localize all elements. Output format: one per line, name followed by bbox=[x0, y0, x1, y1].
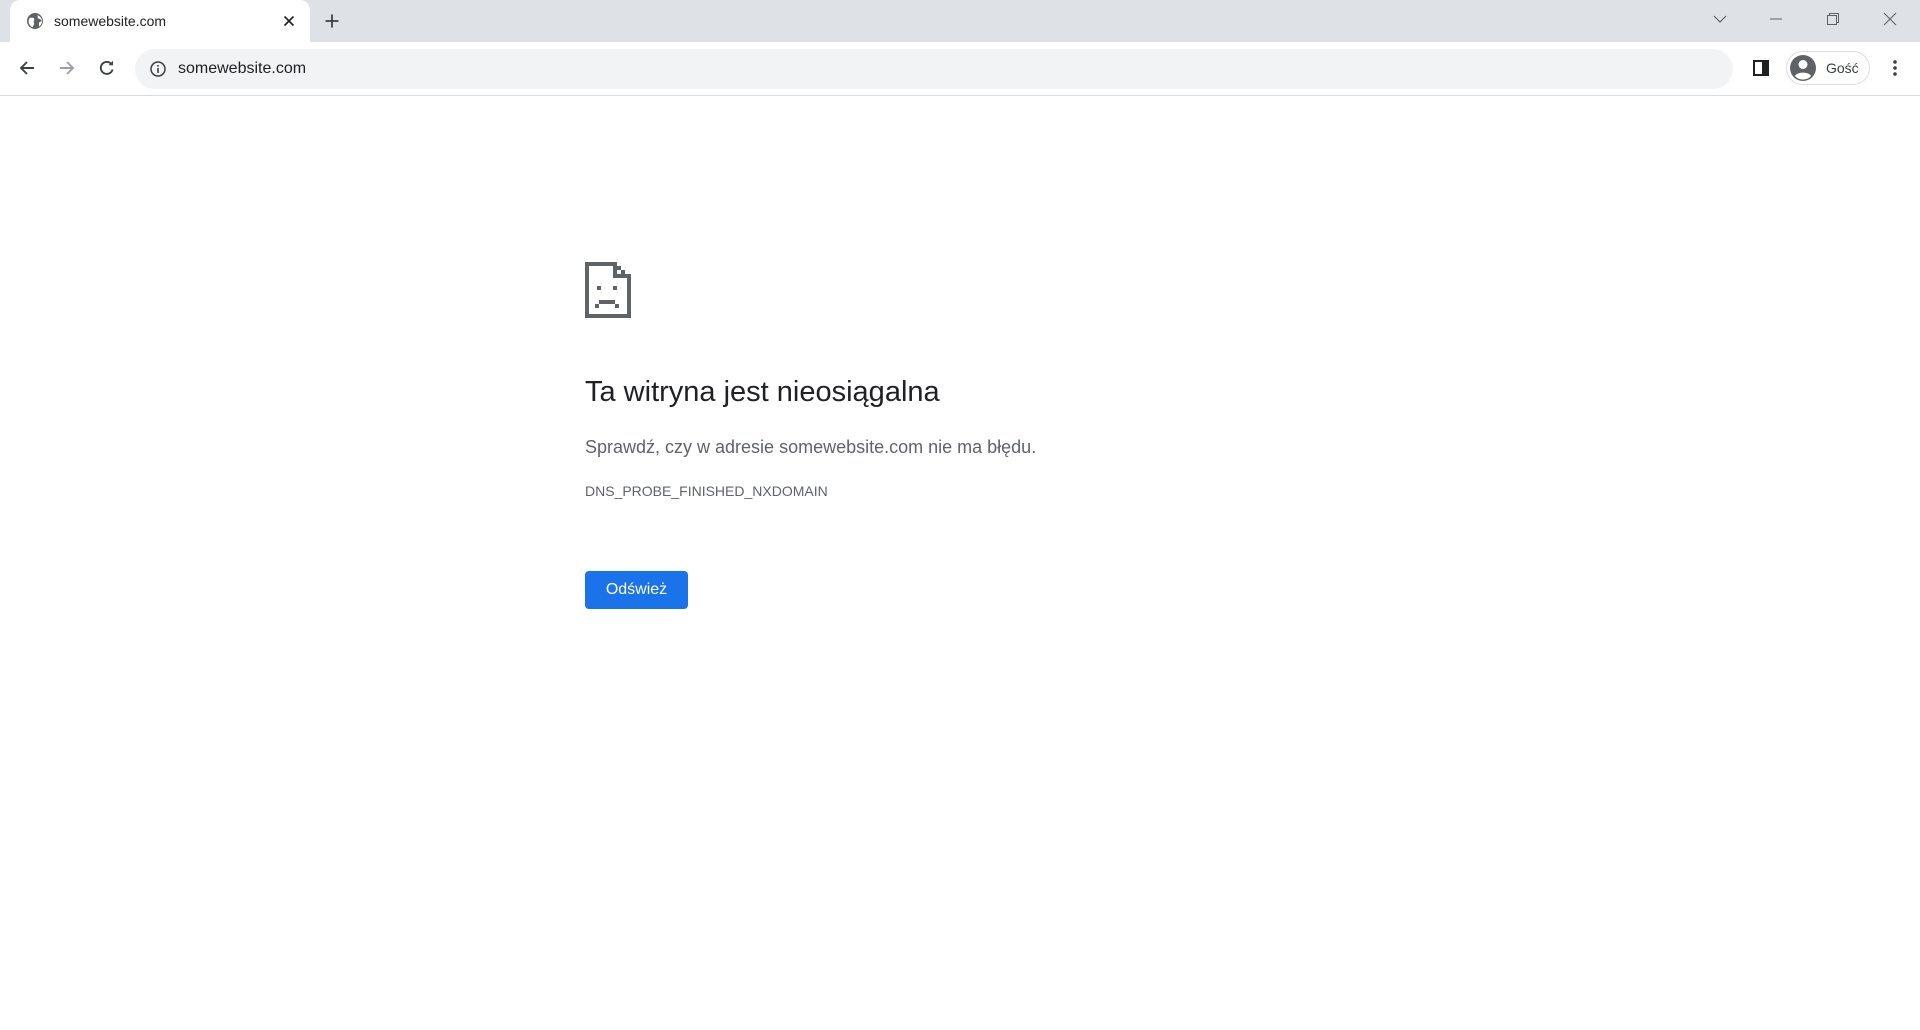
tab-active[interactable]: somewebsite.com bbox=[10, 0, 310, 42]
url-text[interactable]: somewebsite.com bbox=[178, 59, 306, 79]
reload-button[interactable]: Odśwież bbox=[585, 571, 688, 609]
reload-icon bbox=[99, 60, 114, 75]
person-icon bbox=[1788, 53, 1818, 83]
tab-search-icon bbox=[1713, 15, 1727, 23]
profile-label: Gość bbox=[1826, 60, 1859, 76]
tab-title: somewebsite.com bbox=[54, 13, 167, 29]
globe-icon bbox=[26, 12, 44, 30]
side-panel-button[interactable] bbox=[1746, 53, 1776, 83]
tab-close-icon[interactable] bbox=[280, 12, 298, 30]
back-button[interactable] bbox=[10, 51, 44, 85]
arrow-right-icon bbox=[60, 61, 75, 75]
window-close-button[interactable] bbox=[1862, 0, 1918, 38]
minimize-icon bbox=[1770, 18, 1782, 20]
reload-button-toolbar[interactable] bbox=[90, 51, 124, 85]
kebab-menu-icon bbox=[1893, 60, 1897, 76]
restore-button[interactable] bbox=[1805, 0, 1861, 38]
tab-search-button[interactable] bbox=[1692, 0, 1748, 38]
plus-icon bbox=[325, 14, 339, 28]
browser-toolbar: somewebsite.com Gość bbox=[0, 42, 1920, 96]
menu-button[interactable] bbox=[1880, 53, 1910, 83]
error-description: Sprawdź, czy w adresie somewebsite.com n… bbox=[585, 437, 1037, 457]
error-title: Ta witryna jest nieosiągalna bbox=[585, 376, 940, 408]
info-icon[interactable] bbox=[149, 60, 167, 78]
minimize-button[interactable] bbox=[1748, 0, 1804, 38]
restore-icon bbox=[1827, 13, 1839, 25]
side-panel-icon bbox=[1753, 60, 1769, 76]
profile-button[interactable]: Gość bbox=[1786, 51, 1870, 85]
tab-strip: somewebsite.com bbox=[0, 0, 1920, 42]
arrow-left-icon bbox=[19, 61, 34, 75]
error-code: DNS_PROBE_FINISHED_NXDOMAIN bbox=[585, 483, 828, 499]
close-icon bbox=[1883, 12, 1897, 26]
address-bar[interactable]: somewebsite.com bbox=[135, 49, 1733, 89]
forward-button[interactable] bbox=[50, 51, 84, 85]
new-tab-button[interactable] bbox=[320, 9, 344, 33]
sad-document-icon bbox=[585, 262, 631, 318]
